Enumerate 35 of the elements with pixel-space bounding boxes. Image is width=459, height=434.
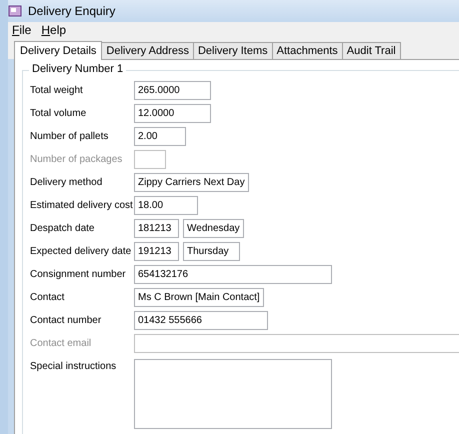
menu-item[interactable]: File bbox=[12, 23, 32, 37]
input-field[interactable]: Thursday bbox=[183, 242, 240, 261]
group-title: Delivery Number 1 bbox=[29, 63, 126, 75]
field-label: Delivery method bbox=[30, 176, 104, 189]
field-label: Consignment number bbox=[30, 268, 127, 281]
app-icon bbox=[8, 4, 22, 18]
tab[interactable]: Delivery Details bbox=[14, 41, 102, 60]
field-label: Contact email bbox=[30, 337, 92, 350]
input-field[interactable]: Wednesday bbox=[183, 219, 244, 238]
tab[interactable]: Delivery Address bbox=[101, 42, 194, 59]
field-label: Special instructions bbox=[30, 360, 118, 373]
field-label: Number of pallets bbox=[30, 130, 110, 143]
input-field[interactable]: Ms C Brown [Main Contact] bbox=[134, 288, 264, 307]
input-field[interactable]: 191213 bbox=[134, 242, 179, 261]
input-field[interactable]: 265.0000 bbox=[134, 81, 211, 100]
field-label: Number of packages bbox=[30, 153, 124, 166]
menu-item[interactable]: Help bbox=[41, 23, 66, 37]
field-label: Expected delivery date bbox=[30, 245, 130, 258]
window-title: Delivery Enquiry bbox=[28, 4, 116, 18]
input-field[interactable]: 2.00 bbox=[134, 127, 186, 146]
field-label: Total volume bbox=[30, 107, 88, 120]
field-label: Despatch date bbox=[30, 222, 96, 235]
input-field[interactable]: 01432 555666 bbox=[134, 311, 268, 330]
field-label: Total weight bbox=[30, 84, 84, 97]
input-field[interactable]: 181213 bbox=[134, 219, 179, 238]
input-field[interactable]: 18.00 bbox=[134, 196, 198, 215]
input-field[interactable]: 654132176 bbox=[134, 265, 332, 284]
input-field[interactable]: 12.0000 bbox=[134, 104, 211, 123]
input-field[interactable]: Zippy Carriers Next Day bbox=[134, 173, 249, 192]
tab[interactable]: Delivery Items bbox=[192, 42, 273, 59]
text-area[interactable] bbox=[134, 359, 332, 429]
field-label: Contact bbox=[30, 291, 66, 304]
tab[interactable]: Attachments bbox=[272, 42, 343, 59]
tab[interactable]: Audit Trail bbox=[342, 42, 401, 59]
field-label: Contact number bbox=[30, 314, 102, 327]
